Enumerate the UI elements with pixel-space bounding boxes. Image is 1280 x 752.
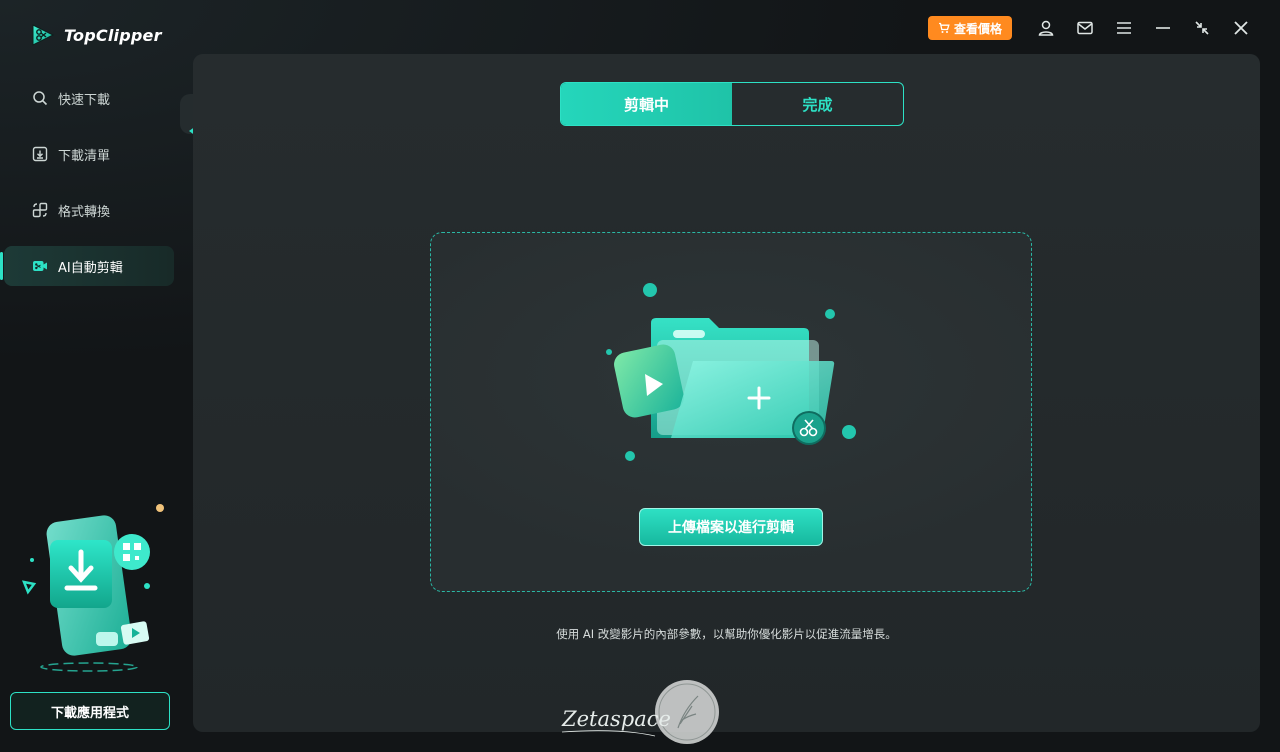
mail-icon <box>1076 21 1093 35</box>
pricing-label: 查看價格 <box>953 21 1002 36</box>
user-icon <box>1038 20 1053 36</box>
user-button[interactable] <box>1026 14 1065 42</box>
tab-bar: 剪輯中 完成 <box>560 82 904 126</box>
search-icon <box>33 91 48 106</box>
tab-completed[interactable]: 完成 <box>732 83 903 125</box>
minimize-icon <box>1155 27 1170 29</box>
tab-editing[interactable]: 剪輯中 <box>561 83 732 125</box>
folder-upload-icon <box>606 283 856 461</box>
sidebar-item-label: 格式轉換 <box>58 204 111 220</box>
tab-label: 完成 <box>802 95 833 114</box>
logo-icon <box>32 24 55 46</box>
sidebar-item-format-convert[interactable]: 格式轉換 <box>4 190 174 230</box>
sidebar-item-download-list[interactable]: 下載清單 <box>4 134 174 174</box>
pricing-button[interactable]: 查看價格 <box>927 16 1012 40</box>
download-app-button[interactable]: 下載應用程式 <box>10 692 170 730</box>
sidebar-item-ai-auto-clip[interactable]: AI自動剪輯 <box>0 246 174 286</box>
app-logo: TopClipper <box>30 22 162 48</box>
tab-label: 剪輯中 <box>623 95 669 114</box>
upload-dropzone[interactable]: 上傳檔案以進行剪輯 <box>430 232 1032 592</box>
app-window: TopClipper 查看價格 快速下載 下載清單 格式轉換 AI自動剪輯 下載… <box>0 0 1280 752</box>
window-toolbar: 查看價格 <box>927 14 1260 42</box>
watermark-text: Zetaspace <box>561 707 671 731</box>
watermark-logo: Zetaspace <box>561 680 719 744</box>
download-app-illustration <box>21 504 164 672</box>
upload-button[interactable]: 上傳檔案以進行剪輯 <box>639 508 823 546</box>
ai-clip-icon <box>33 261 47 271</box>
sidebar-item-label: AI自動剪輯 <box>58 260 123 276</box>
sidebar-item-quick-download[interactable]: 快速下載 <box>4 78 174 118</box>
download-app-label: 下載應用程式 <box>50 705 129 721</box>
close-button[interactable] <box>1221 14 1260 42</box>
sidebar-item-label: 快速下載 <box>58 92 111 108</box>
main-panel: 剪輯中 完成 上傳檔案以進行剪輯 使用 AI 改變影片的內部參數，以幫助你優化影… <box>193 54 1260 732</box>
cart-icon <box>938 22 950 33</box>
close-icon <box>1233 21 1248 35</box>
minimize-button[interactable] <box>1143 14 1182 42</box>
menu-button[interactable] <box>1104 14 1143 42</box>
convert-icon <box>32 202 48 218</box>
mail-button[interactable] <box>1065 14 1104 42</box>
hint-text: 使用 AI 改變影片的內部參數，以幫助你優化影片以促進流量增長。 <box>556 627 897 641</box>
download-list-icon <box>32 146 48 162</box>
menu-icon <box>1116 22 1131 34</box>
app-name: TopClipper <box>64 25 162 45</box>
upload-button-label: 上傳檔案以進行剪輯 <box>668 520 794 536</box>
sidebar-item-label: 下載清單 <box>58 148 111 164</box>
restore-button[interactable] <box>1182 14 1221 42</box>
restore-icon <box>1194 21 1209 35</box>
